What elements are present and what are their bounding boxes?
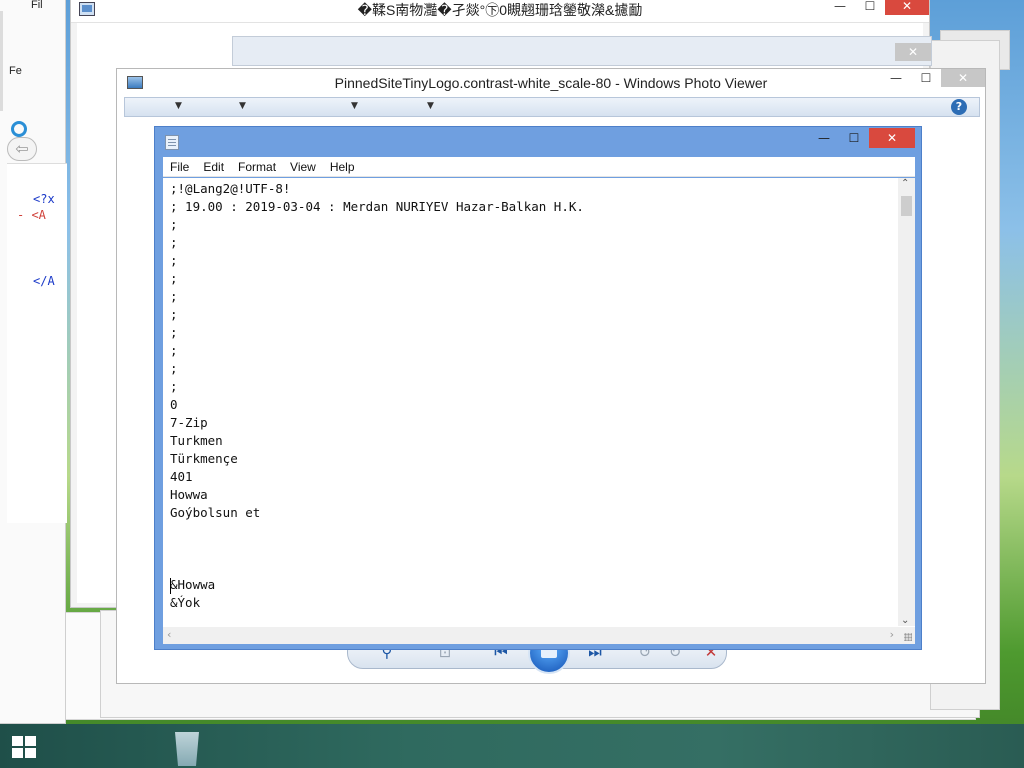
text-line: ; [170, 253, 178, 268]
email-menu-dropdown-icon[interactable]: ▼ [351, 101, 358, 111]
close-button[interactable]: ✕ [941, 69, 985, 87]
minimize-button[interactable]: — [809, 128, 839, 148]
scroll-left-icon[interactable]: ‹ [167, 628, 171, 641]
text-line: ; [170, 289, 178, 304]
left-browser-window[interactable]: Fil Fe ⇦ <?x - <A </A [0, 0, 67, 724]
menu-format[interactable]: Format [231, 160, 283, 174]
minimize-button[interactable]: — [825, 0, 855, 15]
text-line: ; [170, 361, 178, 376]
text-line: Türkmençe [170, 451, 238, 466]
text-line: ; [170, 379, 178, 394]
text-line: 0 [170, 397, 178, 412]
text-line: Howwa [170, 487, 208, 502]
minimize-button[interactable]: — [881, 69, 911, 87]
close-button[interactable]: ✕ [885, 0, 929, 15]
photo-viewer-toolbar: ▼ ▼ ▼ ▼ ? [124, 97, 980, 117]
text-line [170, 540, 890, 558]
file-menu-dropdown-icon[interactable]: ▼ [175, 101, 182, 111]
back-button[interactable]: ⇦ [7, 137, 37, 161]
print-menu-dropdown-icon[interactable]: ▼ [239, 101, 246, 111]
help-icon[interactable]: ? [951, 99, 967, 115]
scroll-up-icon[interactable]: ⌃ [901, 178, 909, 189]
start-icon[interactable] [12, 736, 38, 758]
text-line: ; [170, 271, 178, 286]
text-line: ;!@Lang2@!UTF-8! [170, 181, 291, 196]
vertical-scrollbar[interactable]: ⌃ ⌄ [898, 178, 915, 626]
notepad-window[interactable]: — ☐ ✕ File Edit Format View Help ;!@Lang… [154, 126, 922, 650]
horizontal-scrollbar[interactable]: ‹ › [163, 627, 898, 644]
menu-view[interactable]: View [283, 160, 323, 174]
menu-help[interactable]: Help [323, 160, 362, 174]
maximize-button[interactable]: ☐ [855, 0, 885, 15]
text-line: ; [170, 325, 178, 340]
window-edge [0, 11, 3, 111]
text-line: ; [170, 217, 178, 232]
open-menu-dropdown-icon[interactable]: ▼ [427, 101, 434, 111]
text-line [170, 558, 890, 576]
text-line: &Howwa [170, 577, 216, 592]
xml-content: <?x - <A </A [7, 163, 67, 523]
text-line: 401 [170, 469, 193, 484]
text-line: ; 19.00 : 2019-03-04 : Merdan NURIYEV Ha… [170, 199, 584, 214]
menu-favorites[interactable]: Fe [9, 65, 22, 77]
notepad-menubar: File Edit Format View Help [163, 157, 915, 177]
text-line: ; [170, 235, 178, 250]
xml-line: - <A [17, 208, 46, 222]
text-line: ; [170, 343, 178, 358]
maximize-button[interactable]: ☐ [839, 128, 869, 148]
resize-grip[interactable] [898, 627, 915, 644]
recycle-bin-icon[interactable] [175, 732, 199, 766]
close-button[interactable]: ✕ [869, 128, 915, 148]
window-icon [79, 2, 95, 16]
menu-edit[interactable]: Edit [196, 160, 231, 174]
photo-viewer-titlebar[interactable]: PinnedSiteTinyLogo.contrast-white_scale-… [117, 69, 985, 97]
notepad-titlebar[interactable]: — ☐ ✕ [155, 127, 921, 155]
text-caret [170, 578, 171, 594]
internet-explorer-icon [11, 121, 27, 137]
menu-file[interactable]: Fil [31, 0, 43, 11]
close-button[interactable]: ✕ [895, 43, 931, 61]
scroll-down-icon[interactable]: ⌄ [901, 615, 909, 626]
xml-line: <?x [33, 192, 55, 206]
editor-text[interactable]: ;!@Lang2@!UTF-8! ; 19.00 : 2019-03-04 : M… [170, 180, 890, 620]
photo-viewer-title: PinnedSiteTinyLogo.contrast-white_scale-… [334, 75, 768, 91]
taskbar [0, 724, 1024, 768]
text-line: Goýbolsun et [170, 505, 261, 520]
text-line: Turkmen [170, 433, 223, 448]
scroll-thumb[interactable] [901, 196, 912, 216]
menu-file[interactable]: File [163, 160, 196, 174]
text-line: 7-Zip [170, 415, 208, 430]
text-line: &Ýok [170, 595, 201, 610]
notepad-icon [165, 135, 179, 150]
background-window-titlebar[interactable]: �鞣S南物灩�孑燚°㊦0瞡翹珊琀鎣敬濚&攄勔 — ☐ ✕ [71, 0, 929, 23]
photo-viewer-icon [127, 76, 143, 89]
stacked-window-header[interactable]: ✕ [232, 36, 932, 66]
text-line [170, 522, 890, 540]
scroll-right-icon[interactable]: › [890, 628, 894, 641]
maximize-button[interactable]: ☐ [911, 69, 941, 87]
text-line: ; [170, 307, 178, 322]
text-editor[interactable]: ;!@Lang2@!UTF-8! ; 19.00 : 2019-03-04 : M… [163, 178, 915, 644]
background-window-title: �鞣S南物灩�孑燚°㊦0瞡翹珊琀鎣敬濚&攄勔 [357, 1, 643, 18]
xml-line: </A [33, 274, 55, 288]
